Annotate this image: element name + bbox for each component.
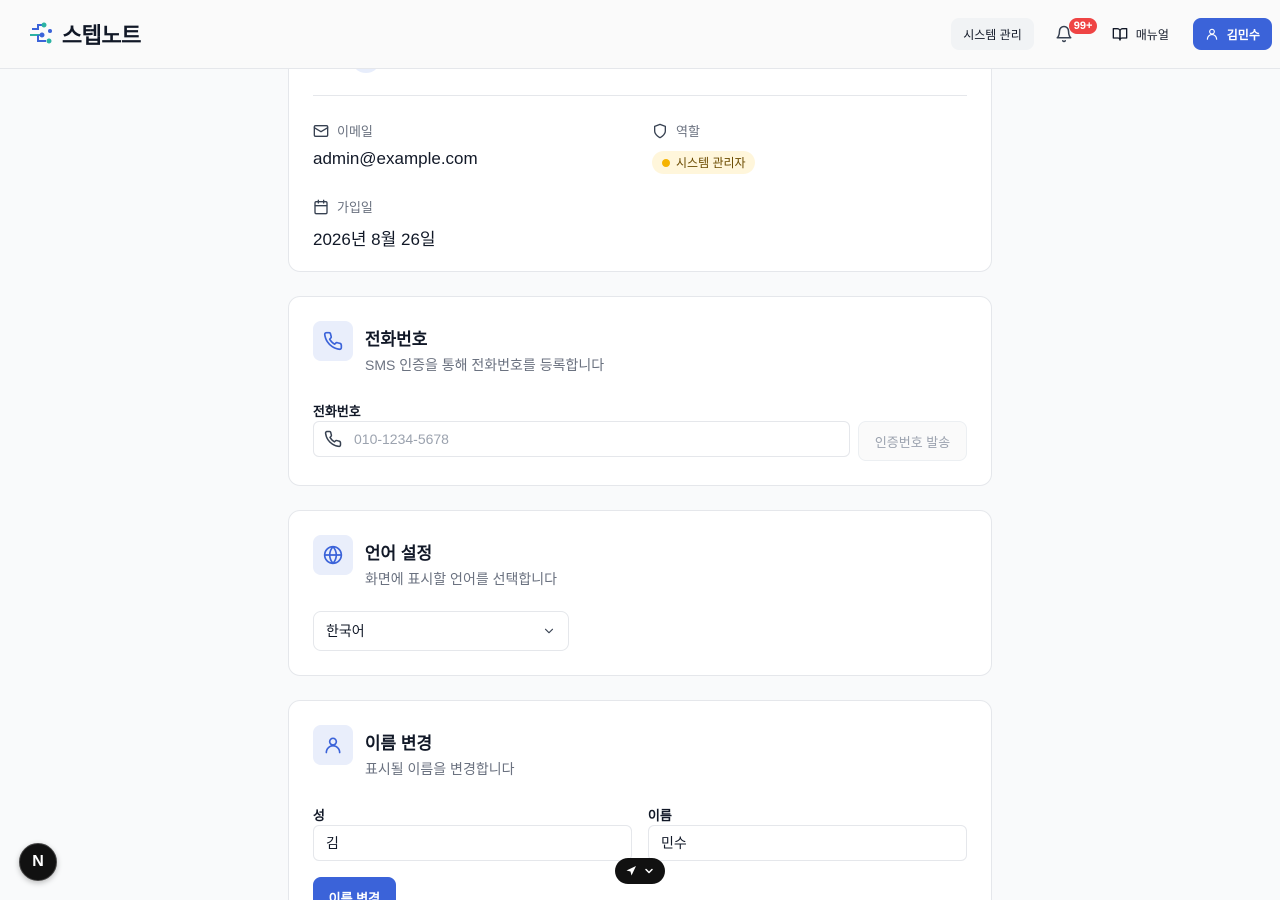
nextjs-dev-badge[interactable]: N <box>19 843 57 881</box>
app-header: 스텝노트 시스템 관리 99+ 매뉴얼 김민수 <box>0 0 1280 69</box>
last-name-label: 성 <box>313 808 325 823</box>
book-open-icon <box>1112 28 1128 41</box>
language-select[interactable]: 한국어 <box>313 611 569 651</box>
phone-section-description: SMS 인증을 통해 전화번호를 등록합니다 <box>365 357 605 373</box>
chevron-down-icon <box>544 628 554 634</box>
rename-submit-button[interactable]: 이름 변경 <box>313 877 396 900</box>
language-selected-value: 한국어 <box>326 623 365 639</box>
calendar-icon <box>314 199 328 214</box>
role-label: 역할 <box>652 121 700 140</box>
logo-mark-icon <box>30 22 52 44</box>
rename-section-title: 이름 변경 <box>365 734 433 753</box>
language-section-title: 언어 설정 <box>365 544 433 563</box>
role-status-dot <box>662 158 670 167</box>
rename-section-description: 표시될 이름을 변경합니다 <box>365 761 515 777</box>
navigation-arrow-icon <box>626 866 636 876</box>
phone-input[interactable]: 010-1234-5678 <box>313 421 850 457</box>
phone-input-icon <box>324 430 342 448</box>
joined-label: 가입일 <box>313 197 373 216</box>
shield-icon <box>654 123 666 138</box>
first-name-input[interactable]: 민수 <box>648 825 967 861</box>
joined-value: 2026년 8월 26일 <box>313 230 436 249</box>
send-code-button[interactable]: 인증번호 발송 <box>858 421 967 461</box>
user-icon <box>325 737 341 754</box>
phone-input-placeholder: 010-1234-5678 <box>354 431 449 447</box>
manual-button[interactable]: 매뉴얼 <box>1100 18 1181 50</box>
rename-section-icon <box>313 725 353 765</box>
floating-toolbar-pill[interactable] <box>615 858 665 884</box>
phone-section-title: 전화번호 <box>365 330 428 349</box>
divider <box>313 95 967 96</box>
email-label: 이메일 <box>313 121 373 140</box>
phone-card: 전화번호 SMS 인증을 통해 전화번호를 등록합니다 전화번호 010-123… <box>288 296 992 486</box>
email-value: admin@example.com <box>313 149 478 168</box>
language-card: 언어 설정 화면에 표시할 언어를 선택합니다 한국어 <box>288 510 992 676</box>
language-section-description: 화면에 표시할 언어를 선택합니다 <box>365 571 557 587</box>
chevron-down-icon <box>645 868 653 874</box>
role-badge: 시스템 관리자 <box>652 151 755 174</box>
first-name-label: 이름 <box>648 808 672 823</box>
phone-field-label: 전화번호 <box>313 404 361 419</box>
user-name-label: 김민수 <box>1226 27 1260 42</box>
last-name-input[interactable]: 김 <box>313 825 632 861</box>
phone-section-icon <box>313 321 353 361</box>
language-section-icon <box>313 535 353 575</box>
brand-logo[interactable]: 스텝노트 <box>28 18 141 50</box>
system-admin-button[interactable]: 시스템 관리 <box>951 18 1034 50</box>
notification-count-badge: 99+ <box>1068 18 1098 34</box>
user-icon <box>1206 28 1218 40</box>
globe-icon <box>323 545 343 565</box>
notifications-button[interactable]: 99+ <box>1042 14 1098 54</box>
manual-label: 매뉴얼 <box>1135 27 1169 42</box>
phone-icon <box>323 331 343 351</box>
brand-name: 스텝노트 <box>62 23 141 48</box>
mail-icon <box>313 124 329 137</box>
user-menu-button[interactable]: 김민수 <box>1192 18 1272 50</box>
